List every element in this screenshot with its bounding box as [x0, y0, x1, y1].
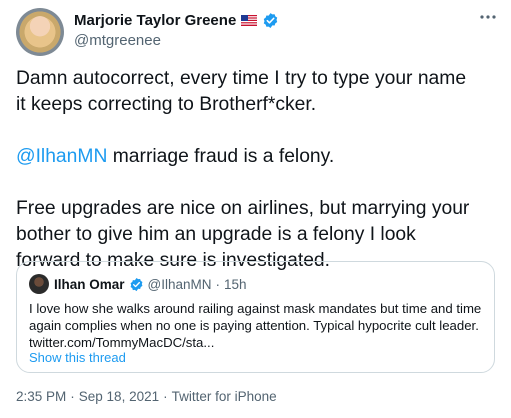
- quoted-tweet[interactable]: Ilhan Omar @IlhanMN · 15h I love how she…: [16, 261, 495, 373]
- tweet-card: Marjorie Taylor Greene @mtgreenee Damn a…: [0, 0, 511, 418]
- quoted-tweet-header: Ilhan Omar @IlhanMN · 15h: [54, 274, 247, 294]
- quoted-tweet-body: I love how she walks around railing agai…: [29, 300, 484, 351]
- quoted-tweet-line: I love how she walks around railing agai…: [29, 301, 482, 316]
- quoted-tweet-link: twitter.com/TommyMacDC/sta...: [29, 335, 215, 350]
- quoted-author-handle: @IlhanMN: [147, 276, 212, 292]
- more-options-icon[interactable]: [479, 14, 497, 20]
- separator-dot: ·: [163, 389, 168, 404]
- quoted-author-avatar: [29, 274, 49, 294]
- author-handle[interactable]: @mtgreenee: [74, 32, 161, 49]
- show-thread-link[interactable]: Show this thread: [29, 350, 126, 365]
- author-display-name[interactable]: Marjorie Taylor Greene: [74, 12, 236, 29]
- separator-dot: ·: [70, 389, 75, 404]
- tweet-line: Damn autocorrect, every time I try to ty…: [16, 68, 467, 89]
- verified-badge-icon: [264, 12, 278, 28]
- author-name-row: Marjorie Taylor Greene: [74, 10, 279, 30]
- tweet-body: Damn autocorrect, every time I try to ty…: [16, 66, 502, 274]
- quoted-author-name: Ilhan Omar: [54, 276, 125, 292]
- tweet-line: Free upgrades are nice on airlines, but …: [16, 198, 470, 219]
- tweet-line: bother to give him an upgrade is a felon…: [16, 224, 416, 245]
- separator-dot: ·: [215, 276, 221, 292]
- us-flag-icon: [241, 14, 258, 26]
- tweet-line-text: marriage fraud is a felony.: [107, 146, 335, 167]
- tweet-line: @IlhanMN marriage fraud is a felony.: [16, 144, 502, 170]
- verified-badge-icon: [130, 277, 142, 291]
- mention-link[interactable]: @IlhanMN: [16, 146, 107, 167]
- quoted-tweet-line: again complies when no one is paying att…: [29, 318, 479, 333]
- quoted-tweet-time: 15h: [224, 276, 247, 292]
- author-avatar[interactable]: [16, 8, 64, 56]
- tweet-source[interactable]: Twitter for iPhone: [172, 389, 277, 404]
- tweet-line: it keeps correcting to Brotherf*cker.: [16, 94, 317, 115]
- tweet-time[interactable]: 2:35 PM: [16, 389, 66, 404]
- tweet-date[interactable]: Sep 18, 2021: [79, 389, 159, 404]
- tweet-metadata: 2:35 PM · Sep 18, 2021 · Twitter for iPh…: [16, 389, 277, 404]
